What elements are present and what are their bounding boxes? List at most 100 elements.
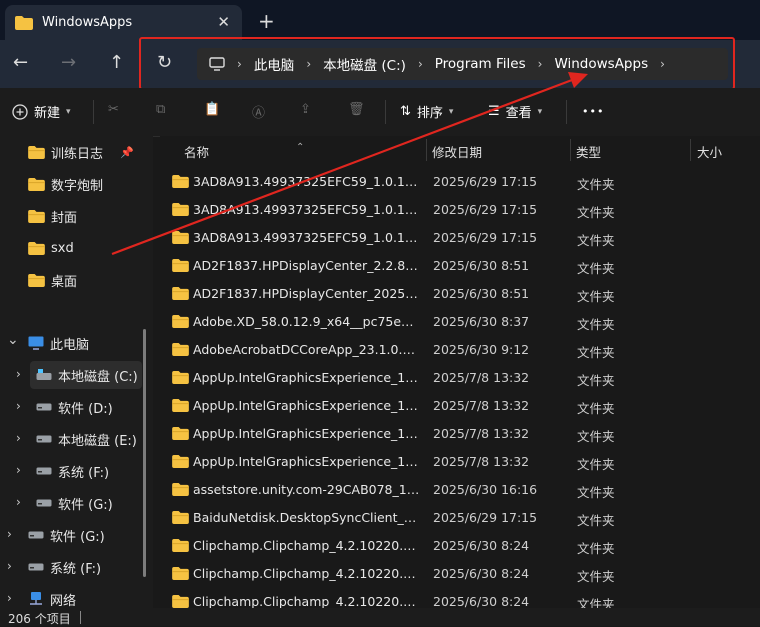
chevron-right-icon[interactable]: › [16,431,21,445]
chevron-right-icon[interactable]: › [16,399,21,413]
column-size[interactable]: 大小 [697,142,722,161]
divider [80,611,81,624]
divider [566,100,567,124]
file-date: 2025/6/30 9:12 [433,342,530,357]
sidebar-item-quick-3[interactable]: sxd [28,234,138,262]
sidebar-item-top-drive-0[interactable]: 软件 (G:) [28,521,138,549]
sidebar-item-quick-2[interactable]: 封面 [28,202,138,230]
file-date: 2025/6/30 8:51 [433,286,530,301]
share-icon[interactable]: ⇪ [300,102,311,117]
file-row[interactable]: AD2F1837.HPDisplayCenter_2025.318.1.0_x6… [160,280,760,308]
sidebar-item-network[interactable]: 网络 [28,585,138,608]
file-row[interactable]: AD2F1837.HPDisplayCenter_2.2.8.0_x64__v1… [160,252,760,280]
sidebar-item-label: sxd [51,240,74,256]
new-button[interactable]: 新建 ▾ [12,102,71,121]
file-type: 文件夹 [577,597,615,608]
sidebar-item-drive-0[interactable]: 本地磁盘 (C:) [30,361,142,389]
forward-button[interactable]: → [61,52,76,73]
view-button[interactable]: ☰ 查看 ▾ [488,102,542,121]
plus-circle-icon [12,103,28,120]
column-name[interactable]: 名称 [184,142,209,161]
sidebar-item-top-drive-1[interactable]: 系统 (F:) [28,553,138,581]
file-row[interactable]: Adobe.XD_58.0.12.9_x64__pc75e8sa7ep4e 202… [160,308,760,336]
column-date[interactable]: 修改日期 [432,142,482,161]
file-type: 文件夹 [577,373,615,388]
drive-icon [28,563,44,571]
file-row[interactable]: BaiduNetdisk.DesktopSyncClient_7.17.0.0_… [160,504,760,532]
file-list: ⌃ 名称 修改日期 类型 大小 3AD8A913.49937325EFC59_1… [160,136,760,608]
file-date: 2025/6/30 8:24 [433,538,530,553]
file-name: AppUp.IntelGraphicsExperience_1.100.5688… [193,398,421,413]
sidebar-item-quick-1[interactable]: 数字炮制 [28,170,138,198]
sidebar-item-drive-1[interactable]: 软件 (D:) [30,393,142,421]
file-row[interactable]: AppUp.IntelGraphicsExperience_1.100.5688… [160,420,760,448]
folder-icon [172,399,189,412]
sidebar-item-quick-0[interactable]: 训练日志 📌 [28,138,138,166]
drive-icon [36,403,52,411]
paste-icon[interactable]: 📋 [204,102,220,117]
file-row[interactable]: 3AD8A913.49937325EFC59_1.0.15.0_neutral_… [160,168,760,196]
status-bar: 206 个项目 [0,608,760,626]
delete-icon[interactable]: 🗑 [348,102,365,117]
file-type: 文件夹 [577,513,615,528]
folder-icon [172,455,189,468]
sidebar-item-drive-4[interactable]: 软件 (G:) [30,489,142,517]
sidebar-item-label: 本地磁盘 (C:) [58,369,138,385]
sidebar-item-label: 训练日志 [51,146,104,162]
sidebar-item-label: 此电脑 [50,337,90,353]
file-row[interactable]: 3AD8A913.49937325EFC59_1.0.15.0_x64__kgf… [160,224,760,252]
new-label: 新建 [34,106,61,121]
file-row[interactable]: assetstore.unity.com-29CAB078_1.0.0.0_x6… [160,476,760,504]
file-type: 文件夹 [577,541,615,556]
sidebar-item-drive-2[interactable]: 本地磁盘 (E:) [30,425,142,453]
rename-icon[interactable]: Ⓐ [252,102,265,121]
folder-icon [172,371,189,384]
back-button[interactable]: ← [13,52,28,73]
sidebar-scrollbar[interactable] [143,329,146,577]
file-row[interactable]: 3AD8A913.49937325EFC59_1.0.15.0_neutral_… [160,196,760,224]
chevron-right-icon[interactable]: › [7,527,12,541]
up-button[interactable]: ↑ [109,52,124,73]
sidebar-item-quick-4[interactable]: 桌面 [28,266,138,294]
file-row[interactable]: AppUp.IntelGraphicsExperience_1.100.5688… [160,448,760,476]
more-options-button[interactable]: ••• [582,105,604,118]
file-row[interactable]: AppUp.IntelGraphicsExperience_1.100.5688… [160,392,760,420]
folder-icon [172,287,189,300]
column-divider[interactable] [570,139,571,161]
column-divider[interactable] [426,139,427,161]
column-divider[interactable] [690,139,691,161]
chevron-down-icon: ▾ [537,106,543,117]
sort-button[interactable]: ⇅ 排序 ▾ [400,102,453,121]
file-row[interactable]: Clipchamp.Clipchamp_4.2.10220.0_neutral_… [160,560,760,588]
folder-icon [172,483,189,496]
file-row[interactable]: Clipchamp.Clipchamp_4.2.10220.0_neutral_… [160,532,760,560]
file-name: AD2F1837.HPDisplayCenter_2.2.8.0_x64__v1… [193,258,421,273]
chevron-right-icon[interactable]: › [16,463,21,477]
sidebar-item-drive-3[interactable]: 系统 (F:) [30,457,142,485]
tab-windowsapps[interactable]: WindowsApps ✕ [5,5,242,40]
folder-icon [172,511,189,524]
file-date: 2025/6/29 17:15 [433,202,538,217]
chevron-right-icon[interactable]: › [16,495,21,509]
close-tab-icon[interactable]: ✕ [217,13,230,31]
folder-icon [28,177,45,191]
file-date: 2025/7/8 13:32 [433,370,530,385]
sidebar-item-this-pc[interactable]: 此电脑 [28,329,138,357]
file-date: 2025/6/29 17:15 [433,510,538,525]
chevron-down-icon[interactable]: ⌄ [7,332,19,348]
column-type[interactable]: 类型 [576,142,601,161]
chevron-right-icon[interactable]: › [7,559,12,573]
chevron-right-icon[interactable]: › [16,367,21,381]
folder-icon [172,259,189,272]
sort-icon: ⇅ [400,104,411,119]
chevron-right-icon[interactable]: › [7,591,12,605]
file-name: 3AD8A913.49937325EFC59_1.0.15.0_neutral_… [193,174,421,189]
cut-icon[interactable]: ✂ [108,102,119,117]
new-tab-button[interactable]: + [258,9,275,33]
file-row[interactable]: Clipchamp.Clipchamp_4.2.10220.0_neutral_… [160,588,760,608]
copy-icon[interactable]: ⧉ [156,102,165,117]
folder-icon [15,15,33,30]
file-row[interactable]: AdobeAcrobatDCCoreApp_23.1.0.0_x64 2025/6… [160,336,760,364]
file-type: 文件夹 [577,261,615,276]
file-row[interactable]: AppUp.IntelGraphicsExperience_1.100.5688… [160,364,760,392]
